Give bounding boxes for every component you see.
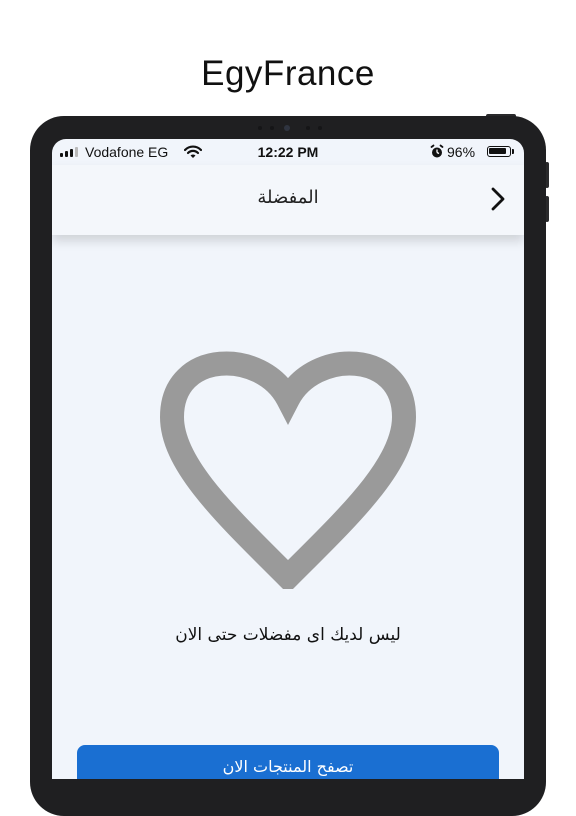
battery-tip bbox=[512, 149, 514, 154]
sensor-dot bbox=[258, 126, 262, 130]
heart-outline-icon bbox=[159, 351, 417, 589]
browse-products-button[interactable]: تصفح المنتجات الان bbox=[77, 745, 499, 779]
sensor-dot bbox=[318, 126, 322, 130]
battery-percent: 96% bbox=[447, 144, 476, 160]
chevron-right-icon bbox=[491, 187, 505, 211]
sensor-dot bbox=[270, 126, 274, 130]
page-title: المفضلة bbox=[257, 187, 319, 208]
empty-state-message: ليس لديك اى مفضلات حتى الان bbox=[175, 625, 401, 645]
alarm-icon bbox=[430, 144, 444, 162]
back-button[interactable] bbox=[480, 181, 516, 217]
status-bar: Vodafone EG 12:22 PM 96% bbox=[52, 139, 524, 165]
battery-icon bbox=[487, 146, 511, 157]
sensor-dot bbox=[306, 126, 310, 130]
app-screen: Vodafone EG 12:22 PM 96% المفضلة ليس لدي… bbox=[52, 139, 524, 779]
app-store-caption: EgyFrance bbox=[201, 54, 375, 93]
navigation-bar: المفضلة bbox=[52, 165, 524, 235]
front-camera bbox=[284, 125, 290, 131]
